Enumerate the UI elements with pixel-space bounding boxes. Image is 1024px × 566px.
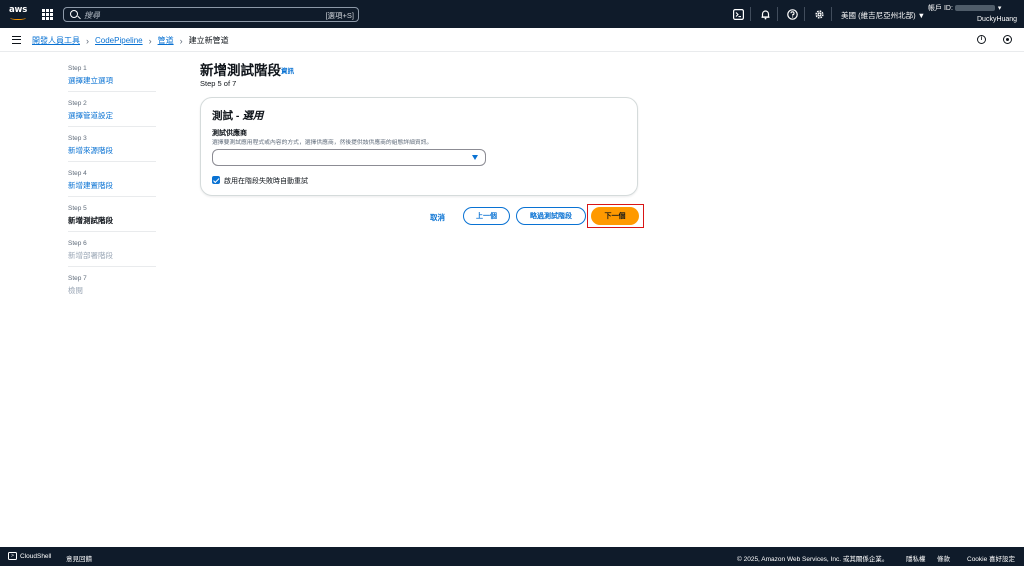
cloudshell-link[interactable]: CloudShell [20, 553, 51, 560]
settings-gear-icon[interactable] [814, 9, 825, 20]
chevron-down-icon: ▾ [997, 5, 1002, 12]
chevron-right-icon: › [179, 35, 183, 46]
aws-smile-icon [10, 16, 26, 20]
test-stage-panel: 測試 - 選用 測試供應商 選擇要測試應用程式或內容的方式，選擇供應商，然後提供… [200, 97, 638, 196]
search-placeholder: 搜尋 [84, 11, 100, 20]
step-link-source-stage[interactable]: 新增來源階段 [68, 145, 156, 157]
region-selector[interactable]: 美國 (維吉尼亞州北部) ▼ [841, 10, 925, 21]
wizard-step-3: Step 3 新增來源階段 [68, 134, 156, 162]
cloudshell-icon[interactable] [733, 9, 744, 20]
page-title: 新增測試階段 [200, 63, 281, 78]
terms-link[interactable]: 條款 [937, 553, 950, 563]
cookie-preferences-link[interactable]: Cookie 喜好設定 [967, 553, 1015, 563]
wizard-step-6: Step 6 新增部署階段 [68, 239, 156, 267]
step-number: Step 3 [68, 135, 87, 142]
step-number: Step 7 [68, 275, 87, 282]
step-number: Step 6 [68, 240, 87, 247]
aws-logo-text: aws [9, 5, 28, 15]
feedback-link[interactable]: 意見回饋 [66, 553, 92, 563]
help-icon[interactable] [787, 9, 798, 20]
step-deploy-stage: 新增部署階段 [68, 251, 113, 260]
next-button-highlight [587, 204, 644, 228]
panel-title-optional: 選用 [242, 110, 264, 122]
breadcrumb-current: 建立新管道 [188, 36, 229, 45]
step-link-choose-creation[interactable]: 選擇建立選項 [68, 75, 156, 87]
breadcrumb: 開發人員工具 › CodePipeline › 管道 › 建立新管道 [32, 35, 229, 46]
step-number: Step 5 [68, 205, 87, 212]
skip-test-stage-button[interactable]: 略過測試階段 [516, 207, 586, 225]
search-icon [70, 10, 78, 18]
wizard-step-2: Step 2 選擇管道設定 [68, 99, 156, 127]
caret-down-icon [472, 155, 478, 160]
step-link-build-stage[interactable]: 新增建置階段 [68, 180, 156, 192]
wizard-step-5: Step 5 新增測試階段 [68, 204, 156, 232]
nav-divider [777, 7, 778, 21]
breadcrumb-developer-tools[interactable]: 開發人員工具 [32, 35, 80, 46]
test-provider-select[interactable] [212, 149, 486, 166]
privacy-link[interactable]: 隱私權 [906, 553, 926, 563]
chevron-right-icon: › [148, 35, 152, 46]
wizard-step-4: Step 4 新增建置階段 [68, 169, 156, 197]
panel-title: 測試 - 選用 [212, 108, 263, 123]
search-shortcut: [選項+S] [325, 11, 354, 20]
step-number: Step 4 [68, 170, 87, 177]
hamburger-menu-icon[interactable] [12, 36, 21, 44]
step-current-test-stage: 新增測試階段 [68, 216, 113, 225]
nav-divider [831, 7, 832, 21]
wizard-steps: Step 1 選擇建立選項 Step 2 選擇管道設定 Step 3 新增來源階… [68, 64, 156, 309]
footer: > CloudShell 意見回饋 © 2025, Amazon Web Ser… [0, 547, 1024, 566]
top-navigation: aws 搜尋 [選項+S] 美國 (維吉尼亞州北部) ▼ 帳戶 ID: ▾ Duc… [0, 0, 1024, 28]
notifications-bell-icon[interactable] [760, 9, 771, 20]
panel-title-text: 測試 - [212, 110, 243, 122]
breadcrumb-bar: 開發人員工具 › CodePipeline › 管道 › 建立新管道 i [0, 28, 1024, 52]
step-number: Step 1 [68, 65, 87, 72]
account-id-redacted [954, 5, 995, 12]
cloudshell-icon[interactable]: > [8, 552, 17, 560]
aws-logo[interactable]: aws [9, 6, 29, 22]
nav-divider [750, 7, 751, 21]
step-number: Step 2 [68, 100, 87, 107]
auto-retry-label[interactable]: 啟用在階段失敗時自動重試 [224, 176, 308, 186]
auto-retry-checkbox[interactable] [212, 176, 220, 184]
breadcrumb-codepipeline[interactable]: CodePipeline [95, 36, 143, 45]
chevron-right-icon: › [86, 35, 89, 46]
username[interactable]: DuckyHuang [977, 16, 1017, 23]
copyright: © 2025, Amazon Web Services, Inc. 或其關係企業… [737, 556, 889, 563]
account-label: 帳戶 ID: [928, 5, 953, 12]
step-review: 檢閱 [68, 286, 83, 295]
test-provider-description: 選擇要測試應用程式或內容的方式，選擇供應商，然後提供該供應商的組態詳細資訊。 [212, 140, 433, 146]
preferences-icon[interactable] [1003, 35, 1012, 44]
previous-button[interactable]: 上一個 [463, 207, 510, 225]
nav-divider [804, 7, 805, 21]
info-icon[interactable]: i [977, 35, 986, 44]
info-link[interactable]: 資訊 [281, 65, 294, 75]
services-menu-icon[interactable] [42, 9, 53, 20]
cancel-button[interactable]: 取消 [430, 212, 445, 223]
step-counter: Step 5 of 7 [200, 79, 237, 88]
search-input[interactable]: 搜尋 [選項+S] [63, 7, 359, 22]
wizard-step-1: Step 1 選擇建立選項 [68, 64, 156, 92]
breadcrumb-pipelines[interactable]: 管道 [158, 35, 174, 46]
wizard-step-7: Step 7 檢閱 [68, 274, 156, 302]
step-link-pipeline-settings[interactable]: 選擇管道設定 [68, 110, 156, 122]
account-menu[interactable]: 帳戶 ID: ▾ [928, 3, 1001, 13]
